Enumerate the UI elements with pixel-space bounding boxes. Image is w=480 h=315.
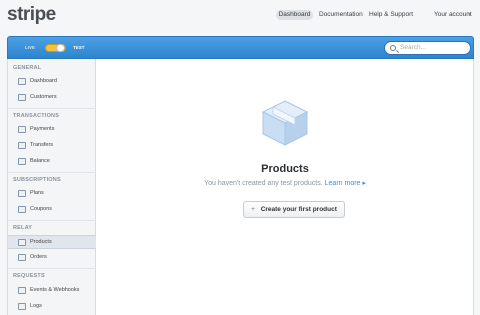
search-icon — [390, 45, 396, 51]
sidebar-item-products[interactable]: Products — [8, 235, 96, 249]
sidebar-item-transfers[interactable]: Transfers — [8, 139, 96, 153]
events-icon — [18, 287, 26, 294]
payments-icon — [18, 126, 26, 133]
plans-icon — [18, 190, 26, 197]
dashboard-panel: GENERAL Dashboard Customers TRANSACTIONS… — [7, 59, 474, 315]
search-placeholder: Search... — [400, 44, 427, 51]
balance-icon — [18, 158, 26, 165]
sidebar-item-label: Events & Webhooks — [30, 287, 80, 293]
section-subscriptions: SUBSCRIPTIONS — [13, 177, 61, 183]
divider — [8, 172, 96, 173]
nav-account-link[interactable]: Your account — [434, 11, 472, 18]
page-title: Products — [261, 163, 309, 175]
sidebar-item-label: Dashboard — [30, 78, 57, 84]
nav-help-link[interactable]: Help & Support — [369, 11, 413, 18]
section-requests: REQUESTS — [13, 273, 45, 279]
product-box-icon — [261, 100, 309, 146]
divider — [8, 220, 96, 221]
section-relay: RELAY — [13, 225, 33, 231]
sidebar-item-label: Balance — [30, 158, 50, 164]
sidebar-item-balance[interactable]: Balance — [8, 155, 96, 169]
sidebar-item-plans[interactable]: Plans — [8, 187, 96, 201]
sidebar-item-events-webhooks[interactable]: Events & Webhooks — [8, 284, 96, 298]
sidebar-item-logs[interactable]: Logs — [8, 300, 96, 314]
create-product-label: Create your first product — [260, 206, 337, 213]
products-icon — [18, 239, 26, 246]
sidebar-item-label: Transfers — [30, 142, 54, 148]
toggle-knob[interactable] — [56, 44, 65, 52]
divider — [8, 268, 96, 269]
top-bar: stripe Dashboard Documentation Help & Su… — [0, 0, 480, 32]
sidebar-item-label: Orders — [30, 254, 47, 260]
logs-icon — [18, 303, 26, 310]
sidebar-item-coupons[interactable]: Coupons — [8, 203, 96, 217]
live-label: LIVE — [25, 45, 36, 50]
sidebar-item-label: Payments — [30, 126, 55, 132]
create-product-button[interactable]: + Create your first product — [243, 201, 345, 218]
nav-dashboard-link[interactable]: Dashboard — [276, 10, 313, 20]
sidebar-item-label: Products — [30, 239, 52, 245]
sidebar-item-customers[interactable]: Customers — [8, 91, 96, 105]
chevron-down-icon[interactable]: ▾ — [468, 11, 471, 18]
sidebar-item-label: Customers — [30, 94, 57, 100]
sidebar: GENERAL Dashboard Customers TRANSACTIONS… — [8, 59, 96, 315]
section-general: GENERAL — [13, 65, 42, 71]
test-label: TEST — [73, 45, 85, 50]
search-input[interactable]: Search... — [384, 41, 471, 55]
empty-state-message: You haven't created any test products. L… — [96, 179, 474, 187]
sidebar-item-dashboard[interactable]: Dashboard — [8, 75, 96, 89]
sidebar-item-payments[interactable]: Payments — [8, 123, 96, 137]
coupons-icon — [18, 206, 26, 213]
customers-icon — [18, 94, 26, 101]
sidebar-item-label: Plans — [30, 190, 44, 196]
nav-documentation-link[interactable]: Documentation — [319, 11, 363, 18]
live-test-toggle[interactable] — [45, 44, 66, 52]
plus-icon: + — [251, 206, 255, 213]
learn-more-link[interactable]: Learn more ▸ — [325, 180, 366, 187]
transfers-icon — [18, 142, 26, 149]
sidebar-item-orders[interactable]: Orders — [8, 251, 96, 265]
dashboard-icon — [18, 78, 26, 85]
sidebar-item-label: Coupons — [30, 206, 53, 212]
orders-icon — [18, 254, 26, 261]
dashboard-header: LIVE TEST Search... — [7, 36, 474, 59]
empty-state-text: You haven't created any test products. — [204, 180, 323, 187]
divider — [8, 108, 96, 109]
stripe-logo[interactable]: stripe — [7, 4, 56, 26]
main-content: Products You haven't created any test pr… — [96, 59, 474, 315]
section-transactions: TRANSACTIONS — [13, 113, 60, 119]
sidebar-item-label: Logs — [30, 303, 42, 309]
